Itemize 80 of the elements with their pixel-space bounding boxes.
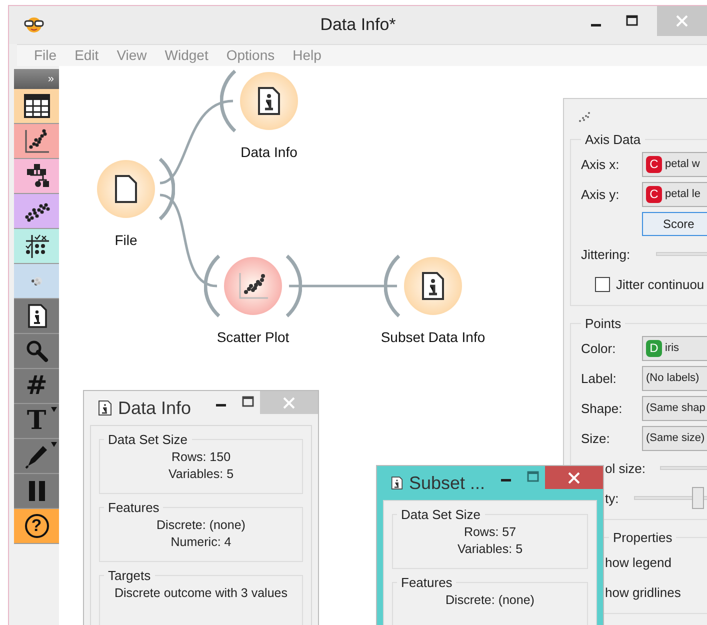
window-title: Data Info [118, 398, 192, 418]
node-label: Data Info [240, 144, 298, 160]
toolbox-button[interactable] [14, 229, 59, 264]
toolbox-button[interactable] [14, 334, 59, 369]
field-label: Jittering: [581, 246, 632, 262]
info-text: Discrete: (none) [156, 517, 246, 534]
scatter-plot-icon [22, 127, 50, 155]
type-badge: D [646, 340, 662, 356]
output-anchor-icon [159, 157, 175, 221]
dropdown[interactable]: (Same shap [642, 396, 707, 420]
info-document-icon [421, 271, 445, 301]
window-title: Subset ... [408, 472, 485, 494]
info-text: Variables: 5 [456, 541, 524, 558]
toolbox-button[interactable]: ? [14, 509, 59, 544]
info-text: Rows: 57 [462, 524, 518, 541]
info-text: Discrete: (none) [444, 592, 536, 609]
toolbox-button[interactable]: T [14, 404, 59, 439]
expand-button[interactable]: » [14, 69, 59, 89]
dropdown[interactable]: C petal le [642, 182, 707, 206]
group-title: Features [400, 575, 454, 590]
info-document-icon [98, 400, 112, 416]
toolbox-button[interactable]: # [14, 369, 59, 404]
info-text: Numeric: 4 [170, 534, 232, 551]
group-title: Axis Data [584, 132, 642, 147]
group-title: Properties [612, 530, 674, 545]
node-label: File [114, 232, 138, 248]
dots-icon [30, 276, 42, 286]
slider-thumb[interactable] [692, 487, 704, 509]
field-label: Shape: [581, 400, 624, 416]
table-icon [22, 92, 50, 120]
document-icon [114, 174, 138, 204]
field-label: Label: [581, 370, 618, 386]
help-icon: ? [24, 514, 48, 538]
group-title: Targets [107, 568, 152, 583]
field-label: Axis x: [581, 156, 620, 172]
toolbox-button[interactable] [14, 124, 59, 159]
type-badge: C [646, 156, 662, 172]
dropdown[interactable]: C petal w [642, 152, 707, 176]
checkbox-label[interactable]: how gridlines [605, 584, 705, 600]
maximize-icon[interactable] [242, 396, 254, 408]
group-title: Data Set Size [400, 507, 482, 522]
toolbox-button[interactable] [14, 299, 59, 334]
field-label: ty: [605, 490, 619, 506]
type-badge: C [646, 186, 662, 202]
window-title: Data Info* [320, 15, 396, 35]
field-label: Size: [581, 430, 611, 446]
group-title: Features [107, 500, 160, 515]
group-title: Data Set Size [107, 432, 188, 447]
info-text: Rows: 150 [170, 449, 232, 466]
toolbox-button[interactable] [14, 474, 59, 509]
close-icon[interactable] [568, 472, 580, 484]
input-anchor-icon [204, 254, 220, 318]
info-document-icon [391, 475, 403, 491]
group-title: Points [584, 316, 622, 331]
toolbox-button[interactable] [14, 194, 59, 229]
dropdown[interactable]: (Same size) [642, 426, 707, 450]
toolbox-button[interactable] [14, 439, 59, 474]
input-anchor-icon [384, 254, 400, 318]
output-anchor-icon [286, 254, 302, 318]
maximize-icon[interactable] [626, 15, 638, 27]
node-label: Scatter Plot [216, 329, 290, 345]
dropdown[interactable]: D iris [642, 336, 707, 360]
score-button[interactable]: Score [642, 212, 707, 236]
dropdown[interactable]: (No labels) [642, 366, 707, 390]
app-logo-icon [23, 17, 45, 33]
toolbox-button[interactable] [14, 159, 59, 194]
input-anchor-icon [220, 69, 236, 133]
scatter-plot-icon [237, 271, 269, 301]
info-text: Variables: 5 [167, 466, 235, 483]
info-document-icon [257, 86, 281, 116]
field-label: ol size: [605, 460, 646, 476]
grid-icon [22, 232, 50, 260]
node-label: Subset Data Info [380, 329, 486, 345]
field-label: Color: [581, 340, 617, 356]
field-label: Axis y: [581, 186, 620, 202]
slider[interactable] [634, 487, 707, 509]
checkbox-label[interactable]: how legend [605, 554, 705, 570]
info-text: Discrete outcome with 3 values [114, 585, 288, 602]
toolbox-button[interactable] [14, 89, 59, 124]
checkbox[interactable]: Jitter continuou [581, 271, 707, 297]
